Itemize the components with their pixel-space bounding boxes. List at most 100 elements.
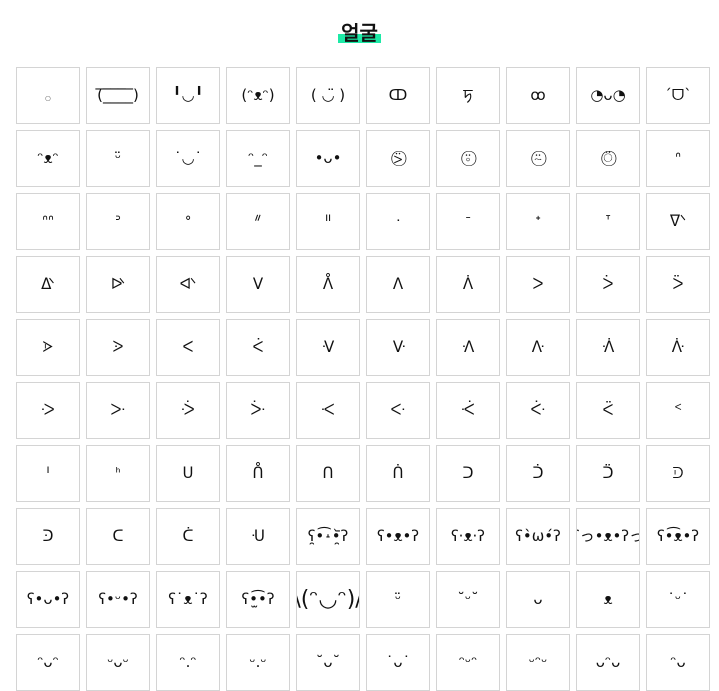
emoticon-cell[interactable]: ᐾ [576,319,640,376]
emoticon-cell[interactable]: ᑅ [366,382,430,439]
emoticon-cell[interactable]: ( ◡̈ ) [296,67,360,124]
emoticon-cell[interactable]: ᵕᵔᵕ [506,634,570,691]
emoticon-cell[interactable]: ʕ•ᴥ•ʔ [366,508,430,565]
emoticon-cell[interactable]: ᵕ.ᵕ [226,634,290,691]
emoticon-cell[interactable]: ᐣ [86,193,150,250]
emoticon-cell[interactable]: ᵔᴥᵔ [16,130,80,187]
emoticon-cell[interactable]: ᐨ [436,193,500,250]
emoticon-cell[interactable]: ᑁ [86,382,150,439]
emoticon-cell[interactable]: ᐪ [576,193,640,250]
emoticon-cell[interactable]: ᵔ_ᵔ [226,130,290,187]
emoticon-cell[interactable]: ╹◡╹ [156,67,220,124]
emoticon-cell[interactable]: ʕ̯•͡˔•̯᷅ʔ [296,508,360,565]
emoticon-cell[interactable]: ʕ•ᵕ•ʔ [86,571,150,628]
emoticon-cell[interactable]: ᐵ [646,256,710,313]
emoticon-cell[interactable]: ᐭ [86,256,150,313]
emoticon-cell[interactable]: ᐳ [506,256,570,313]
emoticon-cell[interactable]: ˙◡˙ [156,130,220,187]
emoticon-cell[interactable]: ᵔ.ᵔ [156,634,220,691]
emoticon-cell[interactable]: \(ᵔ◡ᵔ)/ [296,571,360,628]
emoticon-cell[interactable]: ᑉ [646,382,710,439]
emoticon-cell[interactable]: ᵔᴗ [646,634,710,691]
emoticon-cell[interactable]: (ᵔᴥᵔ) [226,67,290,124]
emoticon-cell[interactable]: ˙ᴗ˙ [366,634,430,691]
emoticon-cell[interactable]: •ᴗ• [296,130,360,187]
emoticon-cell[interactable]: ⍩⃝ [366,130,430,187]
emoticon-cell[interactable]: ʕ˙ᴥ˙ʔ [156,571,220,628]
emoticon-cell[interactable]: ᐬ [16,256,80,313]
emoticon-cell[interactable]: ᑈ [576,382,640,439]
emoticon-cell[interactable]: (̅_̅̅_̅̅_̅̅_̅) [86,67,150,124]
emoticon-cell[interactable]: ᵕ̈ [86,130,150,187]
emoticon-cell[interactable]: ᴗ [506,571,570,628]
emoticon-cell[interactable]: ᐺ [296,319,360,376]
emoticon-cell[interactable]: ᑍ [226,445,290,502]
emoticon-cell[interactable]: ꝏ [506,67,570,124]
emoticon-cell[interactable]: ᑂ [156,382,220,439]
emoticon-cell[interactable]: ᑏ [366,445,430,502]
emoticon-cell[interactable]: ᐧ [366,193,430,250]
emoticon-cell[interactable]: ᐢᐢ [16,193,80,250]
emoticon-cell[interactable]: ᵔᵕᵔ [436,634,500,691]
emoticon-cell[interactable]: ᑃ [226,382,290,439]
emoticon-cell[interactable]: ᐷ [86,319,150,376]
emoticon-cell[interactable]: ᐱ [366,256,430,313]
emoticon-cell[interactable]: ᐯ [226,256,290,313]
emoticon-cell[interactable]: ᐴ [576,256,640,313]
emoticon-cell[interactable]: ᐥ [226,193,290,250]
emoticon-cell[interactable]: ◔ᴗ◔ [576,67,640,124]
emoticon-cell[interactable]: ᑊ [16,445,80,502]
emoticon-cell[interactable]: ⍥⃝ [576,130,640,187]
emoticon-cell[interactable]: ᐫ [646,193,710,250]
emoticon-cell[interactable]: ᐹ [226,319,290,376]
emoticon-cell[interactable]: ˘ᵕ˘ [436,571,500,628]
emoticon-cell[interactable]: ᐽ [506,319,570,376]
emoticon-cell[interactable]: ʕっ•ᴥ•ʔっ [576,508,640,565]
emoticon-cell[interactable]: ᴗᵔᴗ [576,634,640,691]
emoticon-cell[interactable]: ⍤⃝ [436,130,500,187]
emoticon-cell[interactable]: ᴥ [576,571,640,628]
emoticon-cell[interactable]: ᑓ [646,445,710,502]
emoticon-cell[interactable]: ʕ·ᴥ·ʔ [436,508,500,565]
emoticon-cell[interactable]: ᑕ [86,508,150,565]
emoticon-cell[interactable]: ᑎ [296,445,360,502]
emoticon-cell[interactable]: ᑀ [16,382,80,439]
emoticon-cell[interactable]: ᐿ [646,319,710,376]
emoticon-cell[interactable]: ᑗ [226,508,290,565]
emoticon-cell[interactable]: ʕ•̫͡•ʔ [226,571,290,628]
emoticon-cell[interactable]: ᐲ [436,256,500,313]
emoticon-cell[interactable]: ᐦ [296,193,360,250]
emoticon-cell[interactable]: ꠠ [436,67,500,124]
emoticon-cell[interactable]: ᵕᴗᵕ [86,634,150,691]
emoticon-cell[interactable]: ↀ [366,67,430,124]
emoticon-cell[interactable]: ᐢ [646,130,710,187]
emoticon-cell[interactable]: ᐮ [156,256,220,313]
emoticon-cell[interactable]: ʕ•ᴗ•ʔ [16,571,80,628]
emoticon-cell[interactable]: ᐸ [156,319,220,376]
emoticon-cell[interactable]: ᑔ [16,508,80,565]
emoticon-cell[interactable]: ʕ•̀ω•́ʔ [506,508,570,565]
emoticon-cell[interactable]: ⍨⃝ [506,130,570,187]
emoticon-cell[interactable]: ˊᗜˋ [646,67,710,124]
emoticon-cell[interactable]: ˙ᵕ˙ [646,571,710,628]
emoticon-cell[interactable]: ᐰ [296,256,360,313]
emoticon-cell[interactable]: ʕ•͡ᴥ•ʔ [646,508,710,565]
emoticon-cell[interactable]: ᵕ̈ [366,571,430,628]
emoticon-cell[interactable]: ˘ᴗ˘ [296,634,360,691]
emoticon-cell[interactable]: ᑖ [156,508,220,565]
emoticon-cell[interactable]: ᐶ [16,319,80,376]
emoticon-cell[interactable]: ᐼ [436,319,500,376]
emoticon-cell[interactable]: ᐤ [156,193,220,250]
emoticon-cell[interactable]: 𓂂 [16,67,80,124]
emoticon-cell[interactable]: ᑆ [436,382,500,439]
emoticon-cell[interactable]: ᑒ [576,445,640,502]
emoticon-cell[interactable]: ᑌ [156,445,220,502]
emoticon-cell[interactable]: ᑋ [86,445,150,502]
emoticon-cell[interactable]: ᵔᴗᵔ [16,634,80,691]
emoticon-cell[interactable]: ᑄ [296,382,360,439]
emoticon-cell[interactable]: ᑑ [506,445,570,502]
emoticon-cell[interactable]: ᐩ [506,193,570,250]
emoticon-cell[interactable]: ᐻ [366,319,430,376]
emoticon-cell[interactable]: ᑐ [436,445,500,502]
emoticon-cell[interactable]: ᑇ [506,382,570,439]
